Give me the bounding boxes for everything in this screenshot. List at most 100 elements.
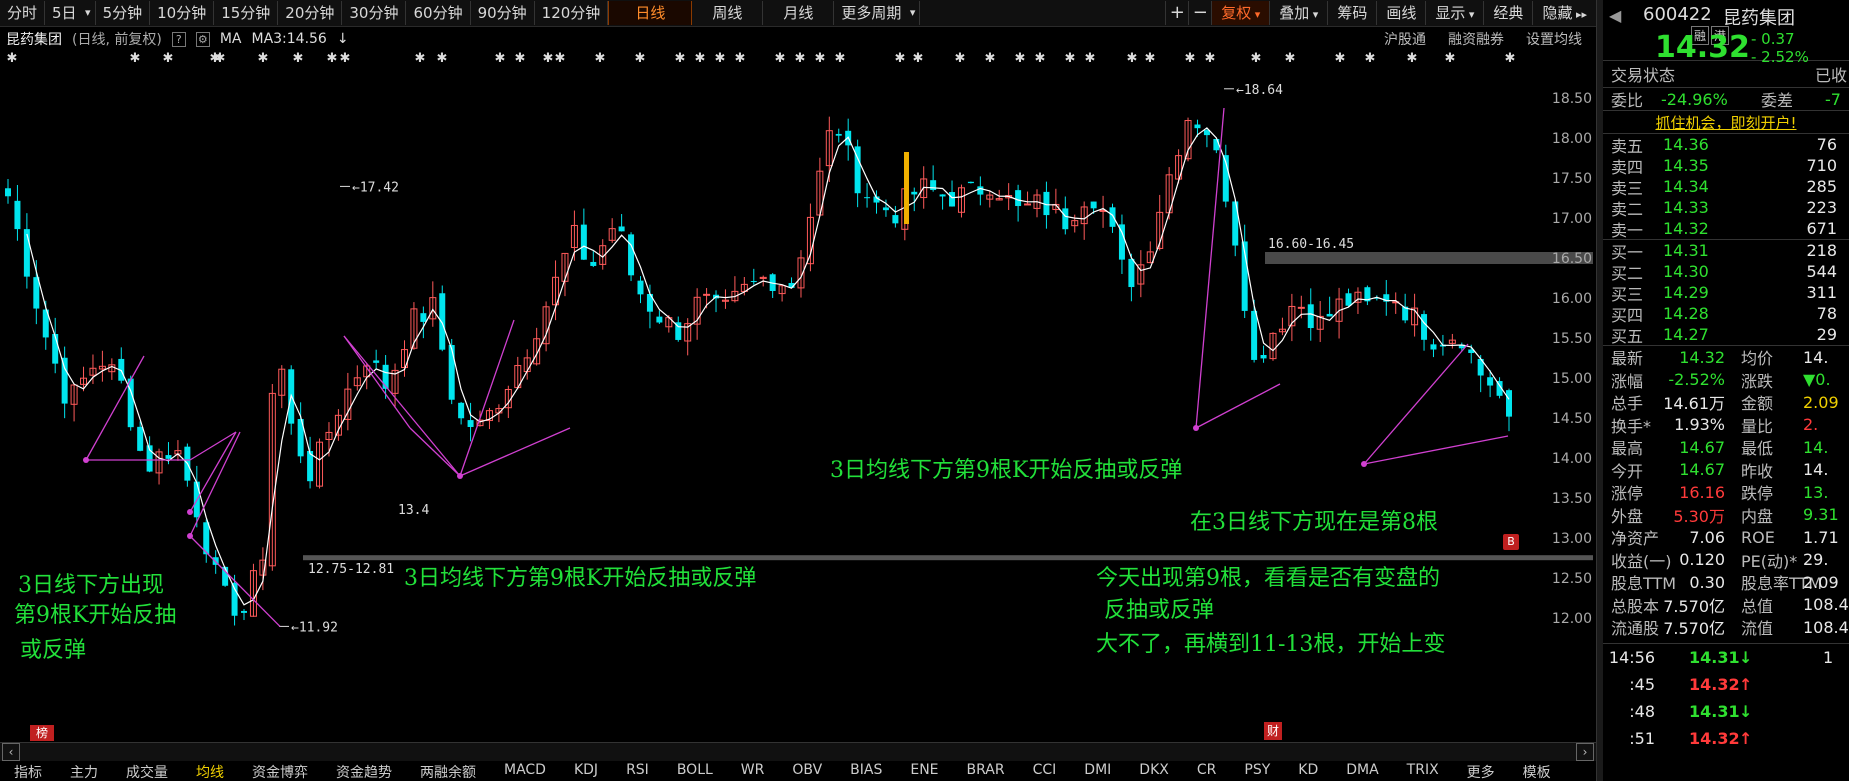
period-10[interactable]: 日线: [608, 1, 693, 25]
indicator-tab-11[interactable]: WR: [727, 762, 779, 781]
period-12[interactable]: 月线: [763, 1, 835, 25]
level-price: 14.32: [1663, 219, 1709, 238]
order-book-row[interactable]: 卖五 14.36 76: [1603, 134, 1849, 156]
indicator-tab-24[interactable]: 更多: [1453, 762, 1509, 781]
period-3[interactable]: 10分钟: [150, 1, 215, 25]
period-5[interactable]: 20分钟: [278, 1, 343, 25]
period-4[interactable]: 15分钟: [214, 1, 279, 25]
annotation-6: 反抽或反弹: [1104, 598, 1215, 623]
dropdown-icon[interactable]: ▾: [85, 1, 91, 25]
indicator-tab-6[interactable]: 两融余额: [406, 762, 490, 781]
event-marker: ✱: [327, 52, 338, 66]
indicator-tab-23[interactable]: TRIX: [1393, 762, 1453, 781]
toolbar-button-7[interactable]: 经典: [1483, 1, 1532, 25]
order-book-row[interactable]: 卖一 14.32 671: [1603, 218, 1849, 240]
indicator-tab-18[interactable]: DKX: [1125, 762, 1183, 781]
period-6[interactable]: 30分钟: [342, 1, 407, 25]
indicator-tab-2[interactable]: 成交量: [112, 762, 182, 781]
indicator-tab-17[interactable]: DMI: [1070, 762, 1125, 781]
period-1[interactable]: 5日 ▾: [45, 1, 96, 25]
candle-body-down: [637, 280, 644, 295]
cai-badge[interactable]: 财: [1264, 722, 1282, 740]
scroll-left-icon[interactable]: ‹: [2, 743, 20, 761]
indicator-tab-13[interactable]: BIAS: [836, 762, 896, 781]
order-book-row[interactable]: 买一 14.31 218: [1603, 240, 1849, 262]
scroll-right-icon[interactable]: ›: [1576, 743, 1594, 761]
open-account-link[interactable]: 抓住机会，即刻开户!: [1655, 112, 1796, 133]
indicator-tab-19[interactable]: CR: [1183, 762, 1231, 781]
toolbar-button-6[interactable]: 显示 ▾: [1425, 1, 1483, 25]
y-axis-label: 18.50: [1551, 91, 1592, 107]
indicator-tab-3[interactable]: 均线: [182, 762, 238, 781]
order-book-row[interactable]: 买五 14.27 29: [1603, 324, 1849, 346]
horizontal-scrollbar[interactable]: ‹ ›: [0, 742, 1596, 761]
indicator-tab-15[interactable]: BRAR: [953, 762, 1019, 781]
candle-body-up: [1024, 203, 1032, 206]
prev-stock-icon[interactable]: ◀: [1609, 6, 1621, 25]
period-7[interactable]: 60分钟: [406, 1, 471, 25]
order-book-row[interactable]: 买二 14.30 544: [1603, 261, 1849, 283]
ma-settings-button[interactable]: 设置均线: [1526, 29, 1582, 49]
period-11[interactable]: 周线: [692, 1, 764, 25]
bottom-area: ‹ › 指标 主力 成交量 均线 资金博弈 资金趋势 两融余额 MACD KDJ RSI BOLL W…: [0, 742, 1596, 781]
indicator-tab-25[interactable]: 模板: [1509, 762, 1565, 781]
order-book-row[interactable]: 卖四 14.35 710: [1603, 155, 1849, 177]
indicator-tab-10[interactable]: BOLL: [663, 762, 727, 781]
ask-book: 卖五 14.36 76 卖四 14.35 710 卖三 14.34 285 卖二 14.33 223 卖…: [1603, 133, 1849, 240]
stock-name: 昆药集团: [6, 32, 62, 48]
toolbar-button-4[interactable]: 筹码: [1327, 1, 1376, 25]
indicator-tab-20[interactable]: PSY: [1230, 762, 1284, 781]
order-book-row[interactable]: 买三 14.29 311: [1603, 282, 1849, 304]
period-9[interactable]: 120分钟: [535, 1, 609, 25]
trend-line: [409, 427, 461, 477]
indicator-tab-5[interactable]: 资金趋势: [322, 762, 406, 781]
indicator-tab-22[interactable]: DMA: [1332, 762, 1392, 781]
event-marker: ✱: [795, 52, 806, 66]
indicator-tab-14[interactable]: ENE: [896, 762, 952, 781]
stat-row: 总手 14.61万 金额 2.09: [1603, 391, 1849, 414]
bang-badge[interactable]: 榜: [30, 725, 54, 741]
arrow-down-icon[interactable]: ↓: [337, 31, 349, 47]
period-0[interactable]: 分时: [0, 1, 46, 25]
toolbar-button-5[interactable]: 画线: [1376, 1, 1425, 25]
help-icon[interactable]: ?: [171, 31, 186, 47]
ma-label[interactable]: MA: [220, 31, 242, 47]
toolbar-button-3[interactable]: 叠加 ▾: [1269, 1, 1327, 25]
dropdown-icon[interactable]: ▾: [910, 1, 916, 25]
dropdown-icon: ▾: [1251, 8, 1261, 21]
toolbar-button-1[interactable]: −: [1188, 1, 1211, 25]
y-axis-label: 18.00: [1551, 131, 1592, 147]
event-marker: ✱: [1085, 52, 1096, 66]
gear-icon[interactable]: ⚙: [195, 31, 210, 47]
hk-connect-link[interactable]: 沪股通: [1384, 29, 1426, 49]
candle-body-down: [458, 402, 465, 419]
indicator-tab-1[interactable]: 主力: [56, 762, 112, 781]
indicator-tab-0[interactable]: 指标: [0, 762, 56, 781]
indicator-tab-8[interactable]: KDJ: [560, 762, 612, 781]
indicator-tab-7[interactable]: MACD: [490, 762, 560, 781]
indicator-tab-16[interactable]: CCI: [1019, 762, 1071, 781]
stat-row: 今开 14.67 昨收 14.: [1603, 459, 1849, 482]
toolbar-button-label: 画线: [1386, 4, 1417, 22]
indicator-tab-21[interactable]: KD: [1284, 762, 1332, 781]
annotation-3: 3日均线下方第9根K开始反抽或反弹: [830, 458, 1183, 483]
kline-chart[interactable]: ←17.42 ←18.64 ←11.92 13.4 12.75-12.81 16.60-1…: [0, 52, 1596, 742]
order-book-row[interactable]: 卖三 14.34 285: [1603, 176, 1849, 198]
order-book-row[interactable]: 买四 14.28 78: [1603, 303, 1849, 325]
toolbar-button-8[interactable]: 隐藏 ▸▸: [1532, 1, 1596, 25]
stat-value: 7.570亿: [1663, 619, 1725, 639]
buy-signal-badge[interactable]: B: [1503, 534, 1519, 550]
indicator-tab-9[interactable]: RSI: [612, 762, 663, 781]
margin-trading-link[interactable]: 融资融券: [1448, 29, 1504, 49]
y-axis-label: 17.50: [1551, 171, 1592, 187]
indicator-tab-12[interactable]: OBV: [778, 762, 836, 781]
toolbar-button-0[interactable]: +: [1165, 1, 1188, 25]
event-marker: ✱: [515, 52, 526, 66]
period-2[interactable]: 5分钟: [96, 1, 151, 25]
order-book-row[interactable]: 卖二 14.33 223: [1603, 197, 1849, 219]
toolbar-button-2[interactable]: 复权 ▾: [1211, 1, 1270, 25]
period-13[interactable]: 更多周期 ▾: [834, 1, 921, 25]
period-8[interactable]: 90分钟: [471, 1, 535, 25]
indicator-tab-4[interactable]: 资金博弈: [238, 762, 322, 781]
candle-body-down: [1251, 310, 1258, 360]
